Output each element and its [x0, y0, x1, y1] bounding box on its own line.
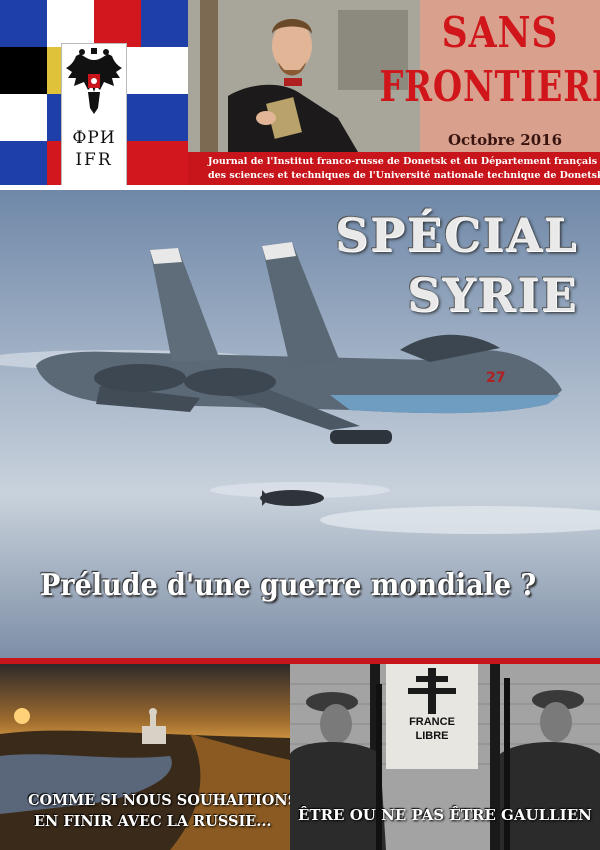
journal-description-line1: Journal de l'Institut franco-russe de Do… — [208, 156, 598, 167]
cover-hero-image: 27 SPÉCIAL SYRIE Prélude d'une guerre mo… — [0, 190, 600, 658]
france-libre-sign: FRANCE LIBRE — [386, 664, 478, 769]
teaser-caption-gaullism: ÊTRE OU NE PAS ÊTRE GAULLIEN — [298, 806, 592, 824]
issue-date: Octobre 2016 — [447, 131, 563, 149]
teaser-caption-line1: COMME SI NOUS SOUHAITIONS — [28, 792, 290, 809]
story-teaser-gaullism[interactable]: FRANCE LIBRE ÊTRE OU NE PAS ÊTRE GAULLIE… — [290, 664, 600, 850]
special-headline-line1: SPÉCIAL — [334, 208, 578, 262]
double-headed-eagle-icon — [66, 48, 122, 114]
teaser-caption-line2: EN FINIR AVEC LA RUSSIE... — [34, 813, 272, 830]
institute-emblem: ФРИ IFR — [62, 44, 126, 185]
emblem-label-latin: IFR — [75, 150, 113, 170]
journal-description-line2: des sciences et techniques de l'Universi… — [208, 170, 600, 181]
magazine-title-line2: FRONTIERES — [379, 62, 600, 111]
special-headline-line2: SYRIE — [407, 268, 578, 322]
sign-text-line1: FRANCE — [409, 716, 455, 728]
journal-description-band: Journal de l'Institut franco-russe de Do… — [188, 152, 600, 185]
magazine-title-line1: SANS — [441, 8, 559, 57]
story-teaser-russia[interactable]: COMME SI NOUS SOUHAITIONS EN FINIR AVEC … — [0, 664, 290, 850]
magazine-header: ФРИ IFR SANS FRONTIERES Octobre 2016 Jou… — [0, 0, 600, 185]
sign-text-line2: LIBRE — [415, 730, 449, 742]
svg-text:27: 27 — [486, 370, 505, 386]
cross-of-lorraine-icon — [408, 668, 456, 714]
cover-subheadline: Prélude d'une guerre mondiale ? — [40, 568, 537, 603]
emblem-label-cyrillic: ФРИ — [72, 128, 116, 148]
